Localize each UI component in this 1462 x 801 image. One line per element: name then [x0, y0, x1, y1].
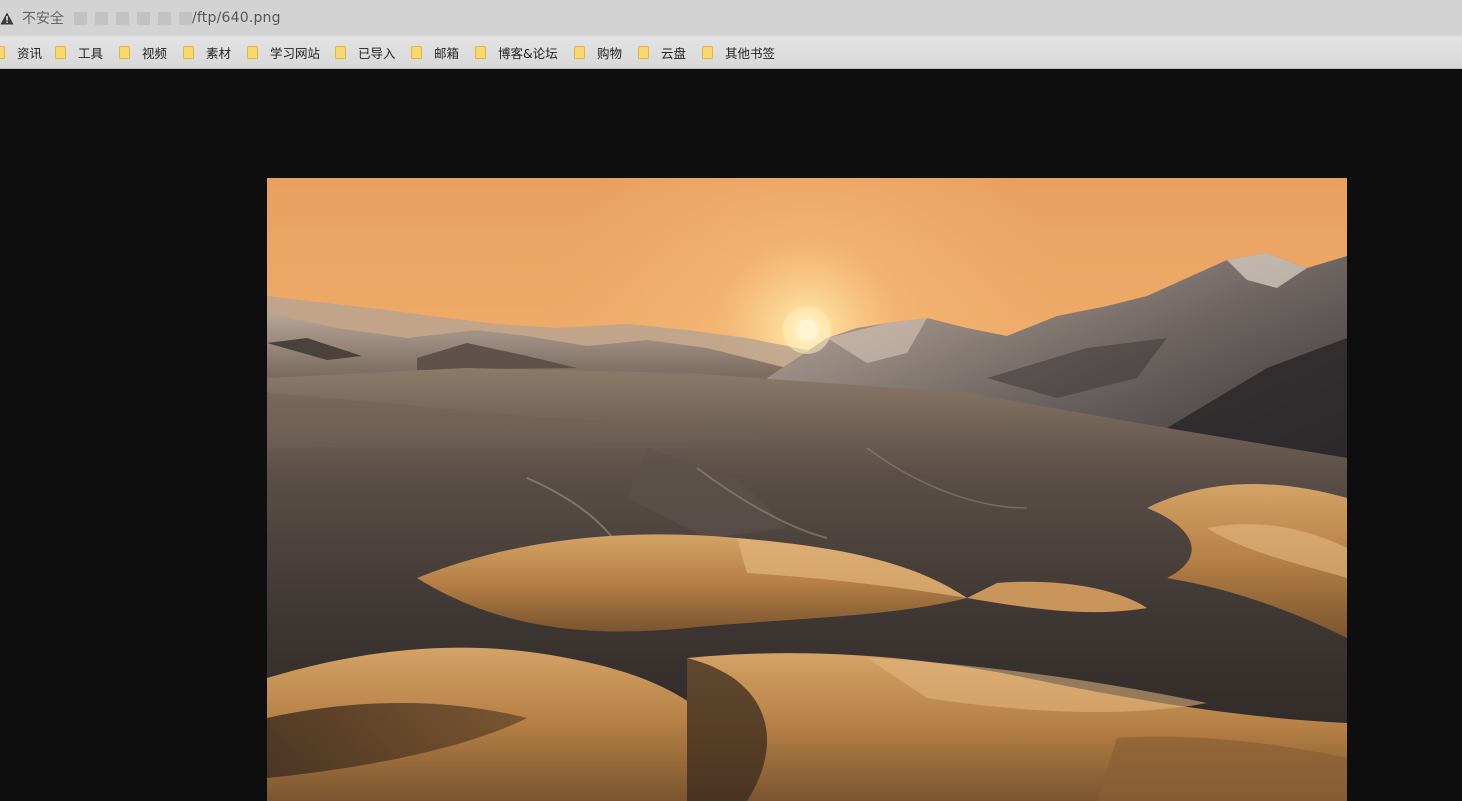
folder-icon	[55, 45, 66, 59]
address-bar[interactable]: 不安全 /ftp/640.png	[0, 0, 1462, 36]
bookmark-label: 已导入	[358, 45, 396, 61]
bookmark-folder-cloud[interactable]: 云盘	[638, 43, 702, 62]
bookmark-folder-tools[interactable]: 工具	[55, 43, 119, 62]
bookmark-folder-assets[interactable]: 素材	[183, 43, 247, 62]
url-path[interactable]: /ftp/640.png	[192, 10, 281, 26]
warning-triangle-icon[interactable]	[0, 11, 14, 25]
bookmarks-bar: 资讯 工具 视频 素材 学习网站 已导入 邮箱 博客&论坛 购物 云盘 其他书签	[0, 36, 1462, 69]
folder-icon	[574, 45, 585, 59]
security-status-label[interactable]: 不安全	[22, 8, 64, 28]
bookmark-folder-other[interactable]: 其他书签	[702, 43, 775, 62]
bookmark-folder-imported[interactable]: 已导入	[335, 43, 411, 62]
folder-icon	[119, 45, 130, 59]
bookmark-folder-news[interactable]: 资讯	[0, 43, 55, 62]
bookmark-label: 云盘	[661, 45, 687, 61]
bookmark-label: 博客&论坛	[498, 45, 558, 61]
folder-icon	[475, 45, 486, 59]
bookmark-folder-shopping[interactable]: 购物	[574, 43, 638, 62]
bookmark-label: 其他书签	[725, 45, 776, 61]
bookmark-label: 视频	[142, 45, 168, 61]
folder-icon	[183, 45, 194, 59]
folder-icon	[638, 45, 649, 59]
bookmark-label: 学习网站	[270, 45, 321, 61]
bookmark-folder-video[interactable]: 视频	[119, 43, 183, 62]
folder-icon	[335, 45, 346, 59]
bookmark-label: 素材	[206, 45, 232, 61]
folder-icon	[702, 45, 713, 59]
folder-icon	[0, 45, 5, 59]
bookmark-label: 邮箱	[434, 45, 460, 61]
folder-icon	[411, 45, 422, 59]
bookmark-label: 购物	[597, 45, 623, 61]
redacted-host	[74, 11, 192, 25]
bookmark-folder-blogs[interactable]: 博客&论坛	[475, 43, 574, 62]
bookmark-label: 资讯	[17, 45, 43, 61]
bookmark-label: 工具	[78, 45, 104, 61]
bookmark-folder-mail[interactable]: 邮箱	[411, 43, 475, 62]
bookmark-folder-learning[interactable]: 学习网站	[247, 43, 335, 62]
desert-sunset-image[interactable]	[267, 178, 1347, 801]
folder-icon	[247, 45, 258, 59]
